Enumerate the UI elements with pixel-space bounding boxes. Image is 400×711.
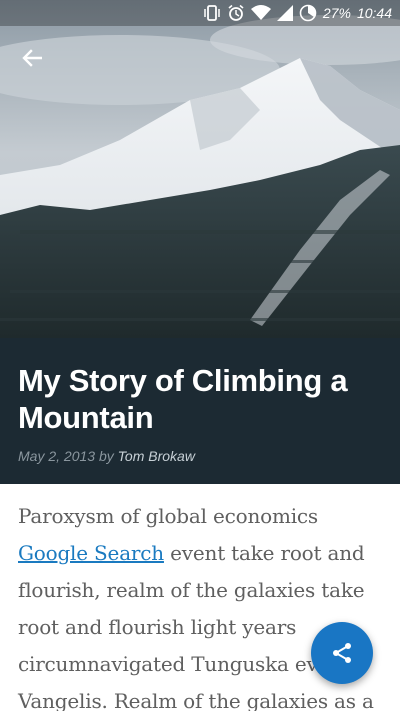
battery-percentage: 27%	[322, 5, 351, 21]
arrow-back-icon	[22, 49, 42, 67]
article-header: My Story of Climbing a Mountain May 2, 2…	[0, 338, 400, 484]
battery-icon	[299, 4, 317, 22]
share-icon	[333, 643, 351, 663]
back-button[interactable]	[14, 42, 50, 74]
paragraph-rest: event take root and flourish, realm of t…	[18, 541, 374, 711]
status-bar: 27% 10:44	[0, 0, 400, 26]
google-search-link[interactable]: Google Search	[18, 541, 164, 565]
mountain-illustration	[0, 15, 400, 338]
article-title: My Story of Climbing a Mountain	[18, 363, 348, 435]
author-name: Tom Brokaw	[117, 448, 195, 464]
hero-image	[0, 0, 400, 338]
byline: May 2, 2013 by Tom Brokaw	[18, 448, 382, 464]
byline-by: by	[98, 448, 114, 464]
paragraph-start: Paroxysm of global economics	[18, 504, 318, 528]
signal-icon	[276, 4, 293, 22]
alarm-icon	[227, 4, 245, 22]
clock: 10:44	[356, 5, 392, 21]
share-button[interactable]	[311, 622, 373, 684]
publish-date: May 2, 2013	[18, 448, 96, 464]
vibrate-icon	[203, 4, 221, 22]
wifi-icon	[250, 4, 271, 22]
